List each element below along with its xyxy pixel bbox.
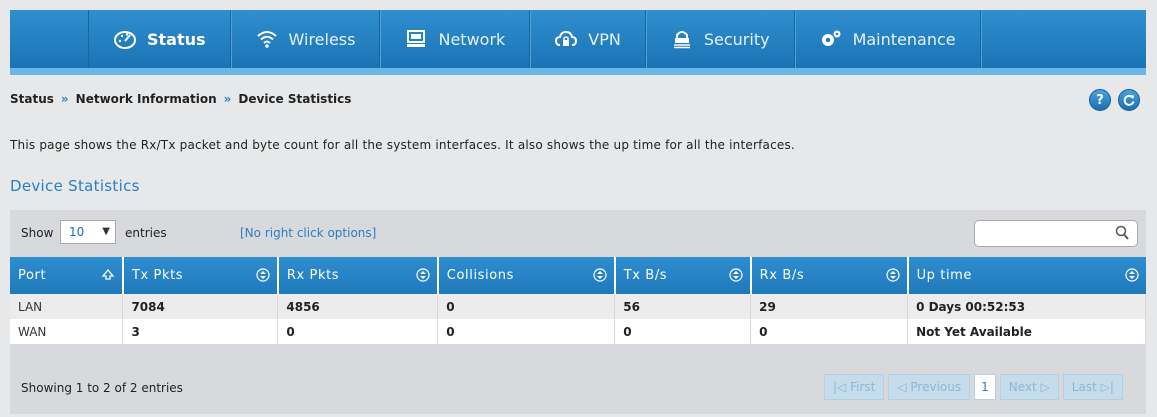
help-icon: ? — [1096, 92, 1104, 108]
nav-security-label: Security — [703, 29, 770, 49]
breadcrumb-separator: » — [223, 92, 232, 106]
column-header-tx-bps[interactable]: Tx B/s — [614, 257, 752, 294]
nav-network-label: Network — [438, 29, 506, 49]
column-header-port[interactable]: Port — [10, 257, 124, 294]
cell-rx-bps: 0 — [750, 319, 909, 344]
page-length-value: 10 — [69, 225, 85, 239]
cell-collisions: 0 — [437, 294, 616, 319]
refresh-button[interactable] — [1118, 89, 1140, 111]
first-page-icon: |◁ — [833, 380, 851, 394]
monitor-icon — [404, 28, 428, 50]
gears-icon — [819, 28, 843, 50]
table-row[interactable]: WAN 3 0 0 0 0 Not Yet Available — [10, 319, 1146, 344]
cell-tx-bps: 0 — [614, 319, 752, 344]
sort-asc-icon — [101, 268, 115, 280]
table-row[interactable]: LAN 7084 4856 0 56 29 0 Days 00:52:53 — [10, 294, 1146, 319]
sort-icon — [416, 268, 430, 282]
last-page-button[interactable]: Last ▷| — [1062, 374, 1123, 400]
cell-tx-bps: 56 — [614, 294, 752, 319]
next-page-button[interactable]: Next ▷ — [999, 374, 1059, 400]
table-toolbar: Show 10 ▼ entries [No right click option… — [10, 210, 1146, 257]
device-statistics-table-panel: Show 10 ▼ entries [No right click option… — [10, 210, 1146, 414]
breadcrumb-separator: » — [60, 92, 69, 106]
nav-wireless-label: Wireless — [288, 29, 356, 49]
search-input[interactable] — [974, 220, 1138, 247]
column-header-up-time[interactable]: Up time — [907, 257, 1146, 294]
help-button[interactable]: ? — [1089, 89, 1111, 111]
cell-up-time: Not Yet Available — [907, 319, 1146, 344]
search-icon — [1115, 225, 1129, 240]
table-header-row: Port Tx Pkts Rx Pkts Collisions Tx B/s R… — [10, 257, 1146, 294]
column-header-collisions[interactable]: Collisions — [437, 257, 616, 294]
nav-status-label: Status — [147, 29, 206, 49]
nav-maintenance[interactable]: Maintenance — [795, 10, 981, 68]
cloud-lock-icon — [554, 28, 578, 50]
entries-label: entries — [125, 226, 167, 240]
breadcrumb: Status » Network Information » Device Statis… — [10, 92, 351, 106]
page-number-button[interactable]: 1 — [974, 374, 996, 400]
previous-page-button[interactable]: ◁ Previous — [888, 374, 971, 400]
cell-rx-pkts: 4856 — [277, 294, 439, 319]
nav-network[interactable]: Network — [380, 10, 531, 68]
lock-icon — [670, 28, 694, 50]
sort-icon — [593, 268, 607, 282]
breadcrumb-item-device-statistics: Device Statistics — [238, 92, 352, 106]
device-statistics-table: Port Tx Pkts Rx Pkts Collisions Tx B/s R… — [10, 257, 1146, 344]
top-nav: Status Wireless Network VPN Security Mai… — [10, 10, 1146, 68]
nav-spacer — [980, 10, 1146, 68]
nav-status[interactable]: Status — [88, 10, 231, 68]
cell-port: LAN — [10, 294, 124, 319]
right-click-note: [No right click options] — [240, 226, 377, 240]
sort-icon — [1124, 268, 1139, 282]
previous-page-icon: ◁ — [897, 380, 911, 394]
nav-accent-bar — [10, 68, 1146, 75]
first-page-button[interactable]: |◁ First — [824, 374, 885, 400]
pagination: |◁ First ◁ Previous 1 Next ▷ Last ▷| — [824, 374, 1123, 400]
column-header-rx-bps[interactable]: Rx B/s — [750, 257, 909, 294]
table-info: Showing 1 to 2 of 2 entries — [21, 381, 183, 395]
next-page-icon: ▷ — [1036, 380, 1050, 394]
cell-tx-pkts: 3 — [122, 319, 279, 344]
last-page-icon: ▷| — [1096, 380, 1114, 394]
sort-icon — [729, 268, 743, 282]
cell-port: WAN — [10, 319, 124, 344]
sort-icon — [256, 268, 270, 282]
page-length-select[interactable]: 10 ▼ — [60, 220, 116, 244]
sort-icon — [885, 268, 900, 282]
breadcrumb-item-status[interactable]: Status — [10, 92, 54, 106]
column-header-rx-pkts[interactable]: Rx Pkts — [277, 257, 439, 294]
page-description: This page shows the Rx/Tx packet and byt… — [10, 138, 795, 152]
nav-security[interactable]: Security — [646, 10, 795, 68]
dashboard-icon — [113, 28, 137, 50]
breadcrumb-item-network-information[interactable]: Network Information — [76, 92, 217, 106]
cell-rx-pkts: 0 — [277, 319, 439, 344]
nav-wireless[interactable]: Wireless — [231, 10, 381, 68]
nav-maintenance-label: Maintenance — [852, 29, 956, 49]
column-header-tx-pkts[interactable]: Tx Pkts — [122, 257, 279, 294]
cell-tx-pkts: 7084 — [122, 294, 279, 319]
show-label: Show — [21, 226, 54, 240]
cell-rx-bps: 29 — [750, 294, 909, 319]
section-title: Device Statistics — [10, 177, 140, 195]
cell-collisions: 0 — [437, 319, 616, 344]
wifi-icon — [255, 28, 279, 50]
dropdown-arrow-icon: ▼ — [102, 226, 110, 237]
cell-up-time: 0 Days 00:52:53 — [907, 294, 1146, 319]
nav-vpn-label: VPN — [588, 29, 621, 49]
refresh-icon — [1123, 94, 1135, 106]
nav-vpn[interactable]: VPN — [530, 10, 646, 68]
